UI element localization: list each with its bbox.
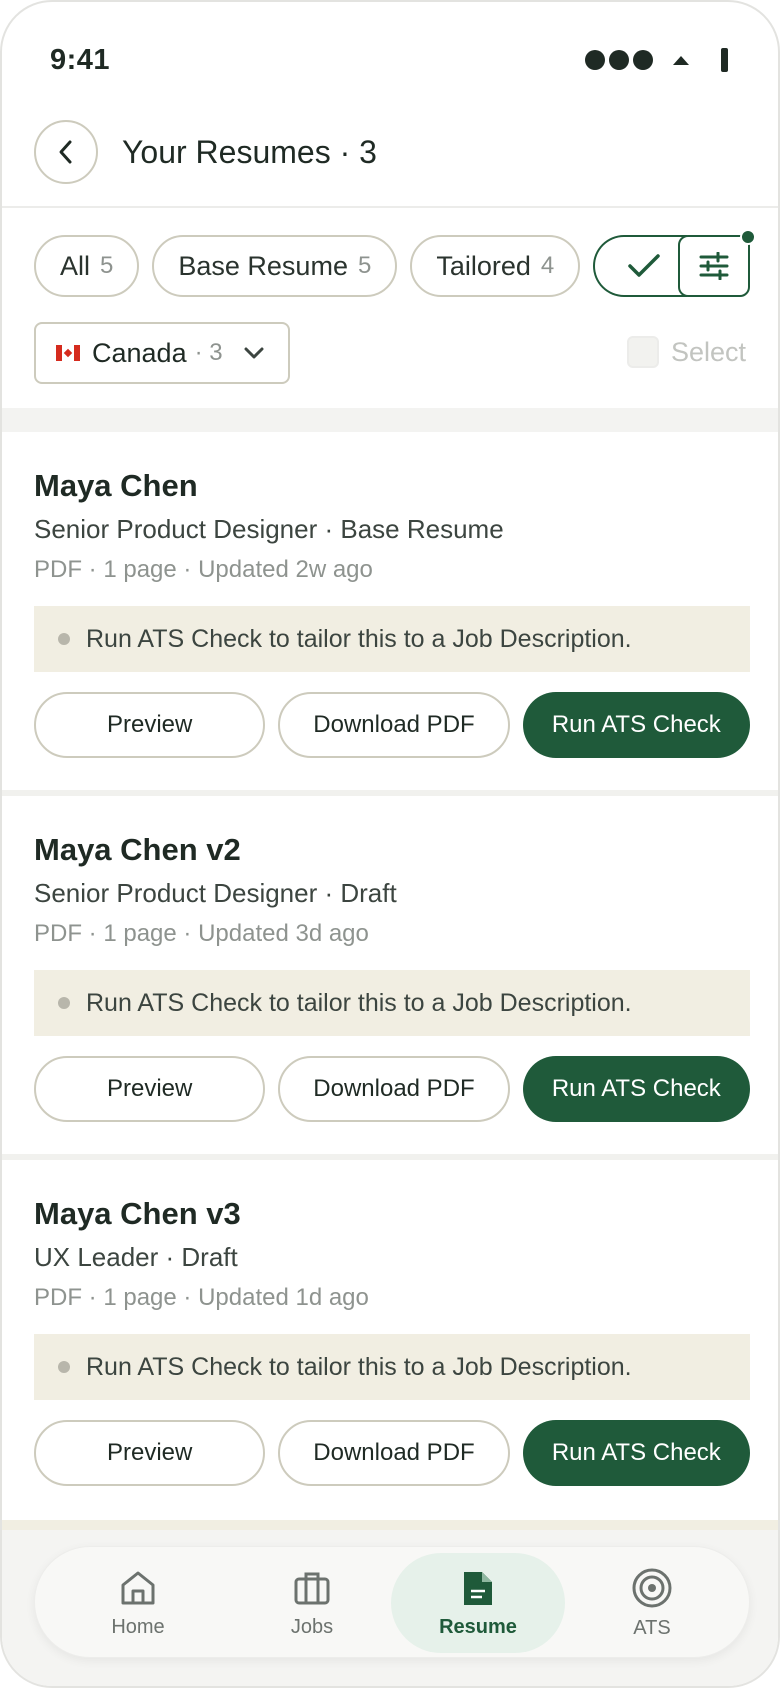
nav-label: Resume — [439, 1615, 517, 1638]
preview-button[interactable]: Preview — [34, 1420, 266, 1486]
country-label: Canada — [92, 337, 187, 368]
resume-name: Maya Chen v2 — [34, 832, 241, 867]
run-ats-check-button[interactable]: Run ATS Check — [522, 692, 750, 758]
next-card-edge — [2, 1520, 778, 1530]
bullet-icon — [58, 1361, 70, 1373]
ats-tip-text: Run ATS Check to tailor this to a Job De… — [86, 1352, 632, 1381]
card-actions: Preview Download PDF Run ATS Check — [34, 692, 750, 758]
home-icon — [121, 1571, 155, 1604]
bullet-icon — [58, 997, 70, 1009]
app-header: Your Resumes · 3 — [2, 114, 778, 208]
resume-name: Maya Chen — [34, 468, 198, 503]
resume-role: UX Leader · Draft — [34, 1242, 238, 1272]
page-title: Your Resumes · 3 — [122, 134, 377, 170]
chip-count: 4 — [540, 252, 555, 279]
ats-tip: Run ATS Check to tailor this to a Job De… — [34, 1334, 750, 1400]
chip-base-resume[interactable]: Base Resume 5 — [152, 235, 398, 297]
phone-frame: 9:41 Your Resumes · 3 All 5 Base Resume … — [0, 0, 780, 1688]
resume-meta: PDF · 1 page · Updated 1d ago — [34, 1284, 369, 1311]
run-ats-check-button[interactable]: Run ATS Check — [522, 1056, 750, 1122]
resume-meta: PDF · 1 page · Updated 2w ago — [34, 556, 373, 583]
chip-count: 5 — [100, 252, 114, 279]
select-label: Select — [670, 336, 746, 367]
resume-meta: PDF · 1 page · Updated 3d ago — [34, 920, 369, 947]
status-bar: 9:41 — [2, 2, 778, 112]
resume-name: Maya Chen v3 — [34, 1196, 241, 1231]
select-toggle[interactable]: Select — [626, 336, 746, 368]
briefcase-icon — [294, 1572, 330, 1604]
ats-tip: Run ATS Check to tailor this to a Job De… — [34, 606, 750, 672]
target-icon — [632, 1568, 672, 1607]
card-actions: Preview Download PDF Run ATS Check — [34, 1056, 750, 1122]
preview-button[interactable]: Preview — [34, 1056, 266, 1122]
status-time: 9:41 — [50, 44, 111, 76]
bottom-nav: Home Jobs Resume ATS — [34, 1546, 750, 1658]
resume-role: Senior Product Designer · Draft — [34, 878, 397, 908]
resume-card: Maya Chen v3 UX Leader · Draft PDF · 1 p… — [2, 1160, 778, 1518]
ats-tip: Run ATS Check to tailor this to a Job De… — [34, 970, 750, 1036]
signal-icon — [585, 50, 653, 70]
country-count: · 3 — [194, 339, 223, 366]
chip-count: 5 — [357, 252, 372, 279]
filter-settings-button[interactable] — [678, 229, 756, 297]
card-actions: Preview Download PDF Run ATS Check — [34, 1420, 750, 1486]
nav-item-home[interactable]: Home — [51, 1553, 225, 1653]
ats-tip-text: Run ATS Check to tailor this to a Job De… — [86, 624, 632, 653]
chevron-left-icon — [59, 140, 72, 164]
section-divider — [2, 408, 778, 432]
canada-flag-icon — [56, 345, 80, 361]
filter-chips: All 5 Base Resume 5 Tailored 4 — [34, 235, 688, 297]
preview-button[interactable]: Preview — [34, 692, 266, 758]
back-button[interactable] — [34, 120, 98, 184]
chip-label: Tailored — [436, 250, 531, 281]
check-icon — [628, 254, 660, 277]
bullet-icon — [58, 633, 70, 645]
chevron-down-icon — [244, 347, 264, 359]
chip-label: Base Resume — [178, 250, 348, 281]
sliders-icon — [699, 252, 729, 280]
nav-label: Home — [111, 1615, 165, 1638]
nav-item-ats[interactable]: ATS — [565, 1553, 739, 1653]
document-icon — [464, 1571, 492, 1605]
resume-card: Maya Chen Senior Product Designer · Base… — [2, 432, 778, 790]
nav-label: ATS — [633, 1616, 671, 1639]
status-icons — [585, 48, 728, 72]
nav-item-jobs[interactable]: Jobs — [225, 1553, 399, 1653]
chip-all[interactable]: All 5 — [34, 235, 140, 297]
download-pdf-button[interactable]: Download PDF — [278, 1056, 510, 1122]
battery-icon — [721, 48, 728, 72]
chip-verified[interactable] — [593, 235, 688, 297]
nav-item-resume[interactable]: Resume — [391, 1553, 565, 1653]
chip-tailored[interactable]: Tailored 4 — [410, 235, 581, 297]
country-dropdown[interactable]: Canada · 3 — [34, 322, 290, 384]
ats-tip-text: Run ATS Check to tailor this to a Job De… — [86, 988, 632, 1017]
resume-role: Senior Product Designer · Base Resume — [34, 514, 504, 544]
nav-label: Jobs — [290, 1615, 334, 1638]
wifi-icon — [673, 55, 689, 65]
download-pdf-button[interactable]: Download PDF — [278, 1420, 510, 1486]
resume-card: Maya Chen v2 Senior Product Designer · D… — [2, 796, 778, 1154]
run-ats-check-button[interactable]: Run ATS Check — [522, 1420, 750, 1486]
filter-active-indicator — [740, 229, 756, 245]
chip-label: All — [60, 250, 91, 281]
select-checkbox[interactable] — [626, 336, 659, 368]
download-pdf-button[interactable]: Download PDF — [278, 692, 510, 758]
